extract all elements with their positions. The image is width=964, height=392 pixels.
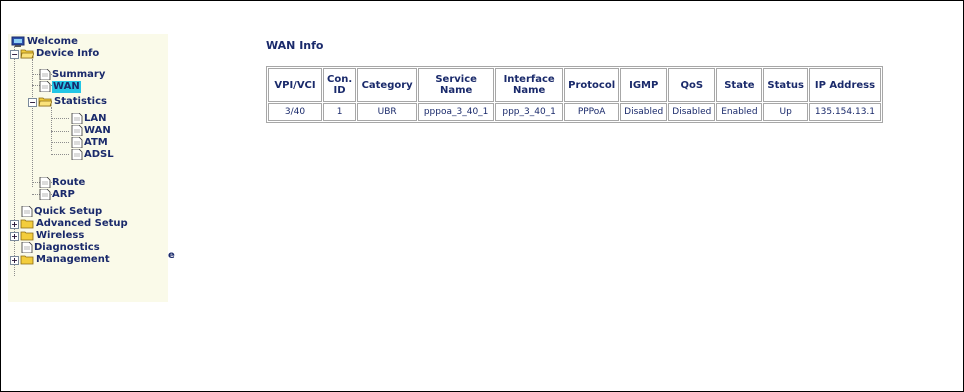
column-header: Service Name bbox=[418, 68, 495, 102]
sidebar-item-label: Wireless bbox=[36, 230, 85, 241]
tree-connector bbox=[51, 107, 52, 151]
page-icon bbox=[71, 125, 83, 136]
page-icon bbox=[39, 177, 51, 188]
collapse-icon[interactable]: − bbox=[28, 98, 37, 107]
table-row: 3/40 1 UBR pppoa_3_40_1 ppp_3_40_1 PPPoA… bbox=[268, 103, 881, 121]
table-cell: UBR bbox=[357, 103, 418, 121]
table-header-row: VPI/VCI Con. ID Category Service Name In… bbox=[268, 68, 881, 102]
column-header: State bbox=[716, 68, 763, 102]
sidebar-item-label: Management bbox=[36, 254, 110, 265]
sidebar-item-label: ARP bbox=[52, 189, 75, 200]
page-icon bbox=[71, 149, 83, 160]
sidebar-item-label: Quick Setup bbox=[34, 206, 103, 217]
stray-text-fragment: e bbox=[168, 250, 175, 261]
table-cell: ppp_3_40_1 bbox=[495, 103, 564, 121]
expand-icon[interactable]: + bbox=[10, 256, 19, 265]
sidebar-item-label: Welcome bbox=[27, 36, 78, 47]
table-cell: 135.154.13.1 bbox=[808, 103, 881, 121]
sidebar-item-label: ADSL bbox=[84, 149, 114, 160]
tree-connector bbox=[51, 142, 69, 143]
sidebar-item-label: WAN bbox=[84, 125, 111, 136]
page-icon bbox=[39, 81, 51, 92]
column-header: Status bbox=[763, 68, 808, 102]
table-cell: Enabled bbox=[716, 103, 763, 121]
folder-icon bbox=[20, 231, 34, 241]
page-icon bbox=[71, 113, 83, 124]
folder-icon bbox=[20, 255, 34, 265]
column-header: VPI/VCI bbox=[268, 68, 322, 102]
table-cell: Disabled bbox=[620, 103, 668, 121]
tree-connector bbox=[51, 118, 69, 119]
sidebar-item-label: Summary bbox=[52, 69, 106, 80]
folder-open-icon bbox=[38, 97, 52, 107]
expand-icon[interactable]: + bbox=[10, 232, 19, 241]
sidebar-item-label: Route bbox=[52, 177, 86, 188]
table-cell: Up bbox=[763, 103, 808, 121]
table-cell: 1 bbox=[323, 103, 357, 121]
column-header: Con. ID bbox=[323, 68, 357, 102]
tree-connector bbox=[51, 131, 69, 132]
sidebar-tree: Welcome − Device Info Summary WAN − Stat… bbox=[8, 34, 168, 302]
sidebar-item-label: Diagnostics bbox=[34, 242, 100, 253]
column-header: Category bbox=[357, 68, 418, 102]
sidebar-item-label: Statistics bbox=[54, 96, 107, 107]
column-header: Interface Name bbox=[495, 68, 564, 102]
sidebar-item-label: WAN bbox=[52, 81, 81, 93]
page-icon bbox=[21, 206, 33, 217]
page-title: WAN Info bbox=[266, 39, 324, 52]
table-cell: 3/40 bbox=[268, 103, 322, 121]
column-header: IP Address bbox=[808, 68, 881, 102]
column-header: QoS bbox=[668, 68, 716, 102]
router-web-ui: Welcome − Device Info Summary WAN − Stat… bbox=[0, 0, 964, 392]
tree-connector bbox=[14, 46, 15, 276]
page-icon bbox=[21, 242, 33, 253]
sidebar-item-label: ATM bbox=[84, 137, 108, 148]
page-icon bbox=[39, 69, 51, 80]
sidebar-item-label: Device Info bbox=[36, 48, 100, 59]
tree-connector bbox=[51, 154, 69, 155]
page-icon bbox=[71, 137, 83, 148]
sidebar-item-label: LAN bbox=[84, 113, 107, 124]
wan-info-table: VPI/VCI Con. ID Category Service Name In… bbox=[266, 66, 883, 123]
sidebar-item-label: Advanced Setup bbox=[36, 218, 128, 229]
folder-icon bbox=[20, 219, 34, 229]
computer-icon bbox=[11, 36, 25, 47]
table-cell: PPPoA bbox=[564, 103, 620, 121]
table-cell: Disabled bbox=[668, 103, 716, 121]
collapse-icon[interactable]: − bbox=[10, 50, 19, 59]
table-cell: pppoa_3_40_1 bbox=[418, 103, 495, 121]
page-icon bbox=[39, 189, 51, 200]
navigation-tree: Welcome − Device Info Summary WAN − Stat… bbox=[8, 34, 168, 302]
column-header: Protocol bbox=[564, 68, 620, 102]
folder-open-icon bbox=[20, 49, 34, 59]
tree-connector bbox=[32, 59, 33, 187]
expand-icon[interactable]: + bbox=[10, 220, 19, 229]
column-header: IGMP bbox=[620, 68, 668, 102]
